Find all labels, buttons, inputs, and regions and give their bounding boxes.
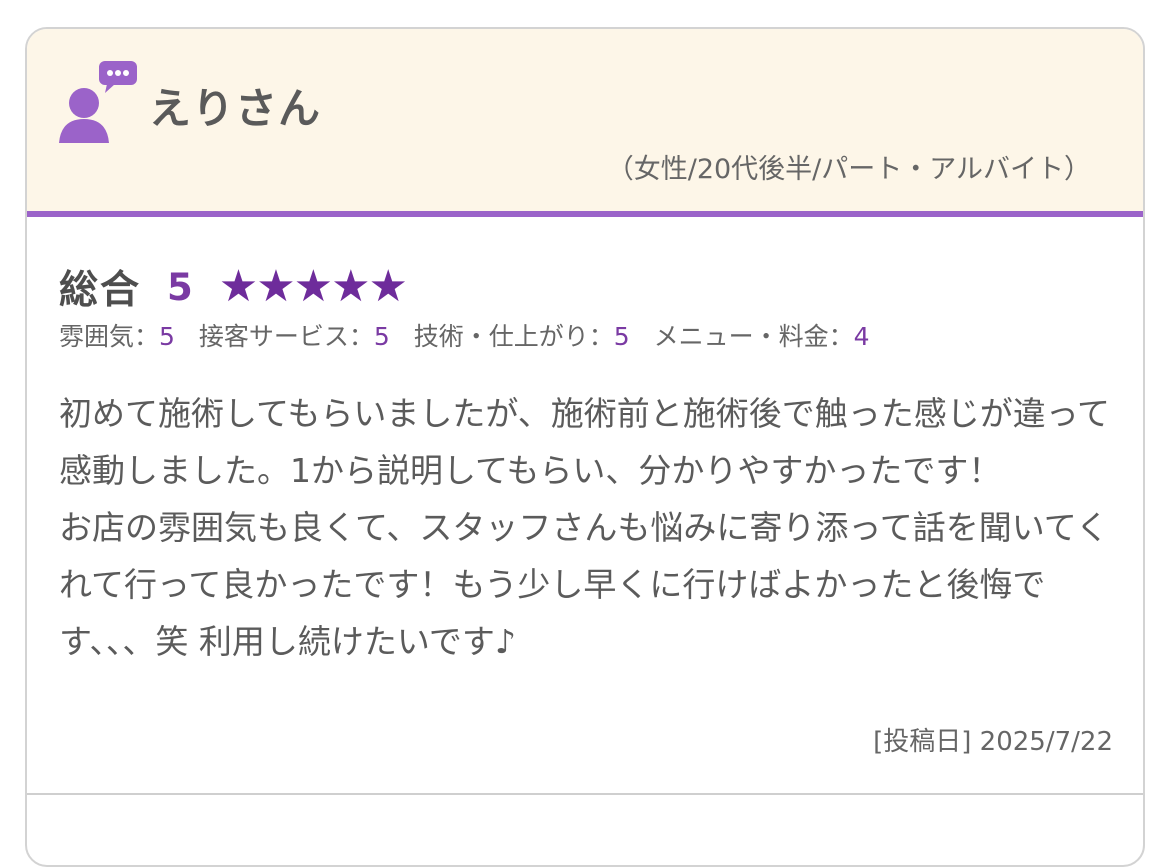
- comment-paragraph: 初めて施術してもらいましたが、施術前と施術後で触った感じが違って感動しました。1…: [59, 394, 1111, 490]
- sub-rating-value: 4: [853, 322, 870, 351]
- sub-rating-label: 接客サービス：: [198, 322, 374, 351]
- sub-rating-label: 雰囲気：: [59, 322, 160, 351]
- sub-rating-value: 5: [159, 322, 175, 351]
- divider: [27, 793, 1143, 795]
- review-header: えりさん （女性/20代後半/パート・アルバイト）: [27, 29, 1143, 217]
- person-speech-bubble-icon: [59, 61, 137, 143]
- sub-rating-label: 技術・仕上がり：: [413, 322, 614, 351]
- reviewer-name: えりさん: [149, 84, 322, 133]
- overall-rating: 総合 5 ★★★★★: [59, 259, 408, 315]
- reviewer-profile: （女性/20代後半/パート・アルバイト）: [606, 154, 1091, 185]
- sub-rating-value: 5: [373, 322, 390, 351]
- overall-label: 総合: [59, 268, 142, 313]
- sub-ratings: 雰囲気：5 接客サービス：5 技術・仕上がり：5 メニュー・料金：4: [59, 317, 886, 353]
- comment-paragraph: お店の雰囲気も良くて、スタッフさんも悩みに寄り添って話を聞いてくれて行って良かっ…: [59, 508, 1109, 661]
- review-body: 総合 5 ★★★★★ 雰囲気：5 接客サービス：5 技術・仕上がり：5 メニュー…: [27, 217, 1143, 863]
- sub-rating-value: 5: [613, 322, 630, 351]
- review-comment: 初めて施術してもらいましたが、施術前と施術後で触った感じが違って感動しました。1…: [59, 385, 1115, 670]
- sub-rating-label: メニュー・料金：: [653, 322, 854, 351]
- review-card: えりさん （女性/20代後半/パート・アルバイト） 総合 5 ★★★★★ 雰囲気…: [25, 27, 1145, 867]
- post-date: [投稿日] 2025/7/22: [873, 727, 1113, 757]
- star-rating: ★★★★★: [218, 261, 408, 312]
- overall-score: 5: [167, 265, 193, 309]
